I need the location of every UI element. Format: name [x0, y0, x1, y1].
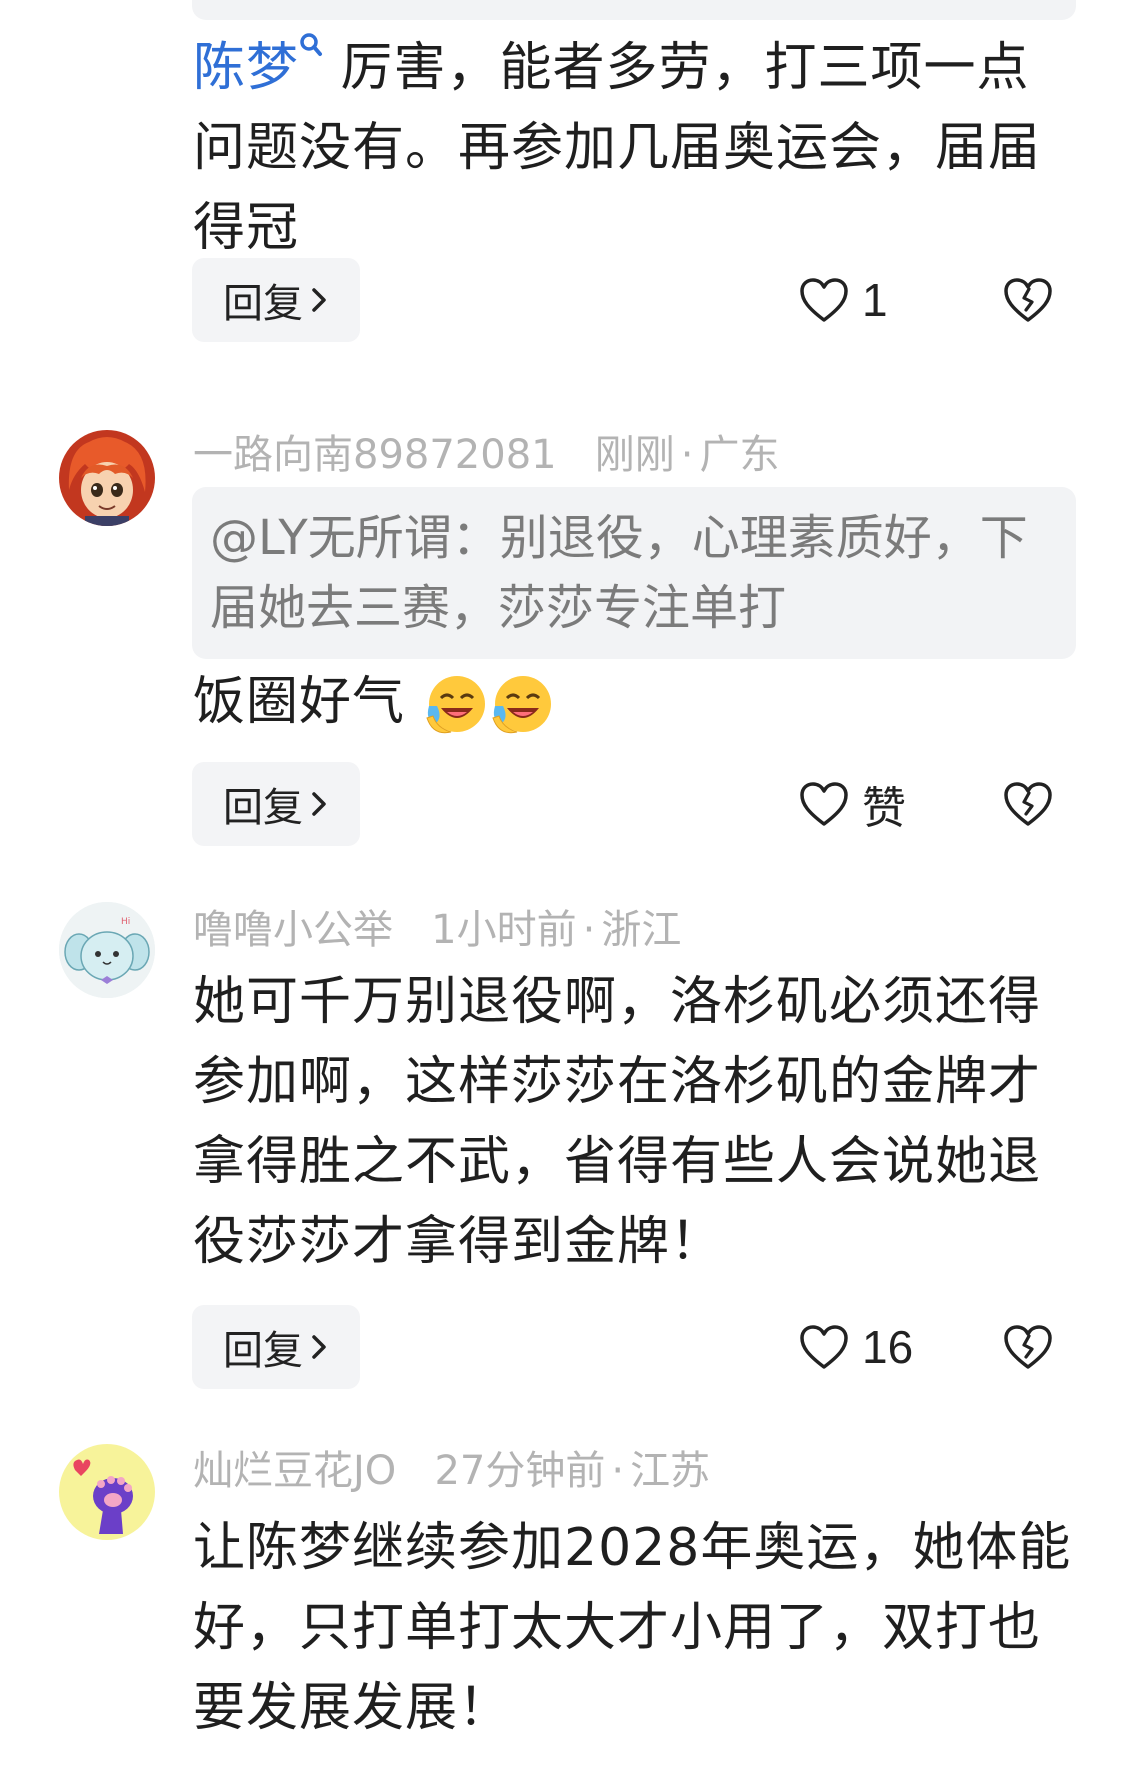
crying-laughing-emoji [489, 672, 555, 738]
mention-link[interactable]: 陈梦 [193, 33, 323, 98]
chevron-right-icon [312, 288, 326, 312]
reply-label: 回复 [223, 281, 303, 327]
timestamp: 27分钟前 [434, 1448, 606, 1494]
username[interactable]: 灿烂豆花JO [193, 1448, 396, 1494]
comment-meta: 噜噜小公举 1小时前 · 浙江 [193, 905, 681, 955]
location: 浙江 [601, 907, 682, 953]
username[interactable]: 一路向南89872081 [193, 432, 557, 478]
search-icon [300, 33, 323, 56]
svg-text:Hi: Hi [121, 917, 130, 927]
reply-label: 回复 [223, 1328, 303, 1374]
meta-separator: · [611, 1448, 625, 1494]
avatar[interactable] [59, 430, 155, 526]
meta-separator: · [680, 432, 694, 478]
location: 广东 [699, 432, 780, 478]
like-label: 赞 [862, 783, 906, 834]
like-button[interactable]: 16 [798, 1305, 913, 1389]
avatar[interactable] [59, 1444, 155, 1540]
username[interactable]: 噜噜小公举 [193, 907, 393, 953]
reply-button[interactable]: 回复 [192, 258, 360, 342]
comment-text: 她可千万别退役啊，洛杉矶必须还得参加啊，这样莎莎在洛杉矶的金牌才拿得胜之不武，省… [193, 972, 1042, 1272]
reply-button[interactable]: 回复 [192, 762, 360, 846]
broken-heart-icon [1004, 278, 1052, 322]
like-count: 1 [862, 274, 888, 326]
quoted-comment[interactable]: @LY无所谓：别退役，心理素质好，下届她去三赛，莎莎专注单打 [192, 487, 1076, 659]
heart-outline-icon [800, 278, 848, 322]
heart-outline-icon [800, 1325, 848, 1369]
location: 江苏 [630, 1448, 711, 1494]
comment-text: 陈梦 厉害，能者多劳，打三项一点问题没有。再参加几届奥运会，届届得冠 [193, 28, 1073, 268]
broken-heart-icon [1004, 1325, 1052, 1369]
timestamp: 1小时前 [431, 907, 577, 953]
quote-box-partial [192, 0, 1076, 20]
chevron-right-icon [312, 792, 326, 816]
dislike-button[interactable] [998, 258, 1058, 342]
dislike-button[interactable] [998, 762, 1058, 846]
chevron-right-icon [312, 1335, 326, 1359]
like-count: 16 [862, 1321, 914, 1373]
like-button[interactable]: 1 [798, 258, 888, 342]
comment-text: 饭圈好气 [193, 662, 1073, 742]
comment-text: 让陈梦继续参加2028年奥运，她体能好，只打单打太大才小用了，双打也要发展发展！ [193, 1518, 1072, 1738]
quoted-text: @LY无所谓：别退役，心理素质好，下届她去三赛，莎莎专注单打 [210, 510, 1028, 636]
crying-laughing-emoji [423, 672, 489, 738]
comment-meta: 一路向南89872081 刚刚 · 广东 [193, 430, 779, 480]
like-button[interactable]: 赞 [798, 762, 906, 846]
reply-label: 回复 [223, 785, 303, 831]
timestamp: 刚刚 [594, 432, 675, 478]
meta-separator: · [582, 907, 596, 953]
avatar[interactable]: Hi [59, 902, 155, 998]
heart-outline-icon [800, 782, 848, 826]
comment-meta: 灿烂豆花JO 27分钟前 · 江苏 [193, 1446, 710, 1496]
reply-button[interactable]: 回复 [192, 1305, 360, 1389]
dislike-button[interactable] [998, 1305, 1058, 1389]
broken-heart-icon [1004, 782, 1052, 826]
